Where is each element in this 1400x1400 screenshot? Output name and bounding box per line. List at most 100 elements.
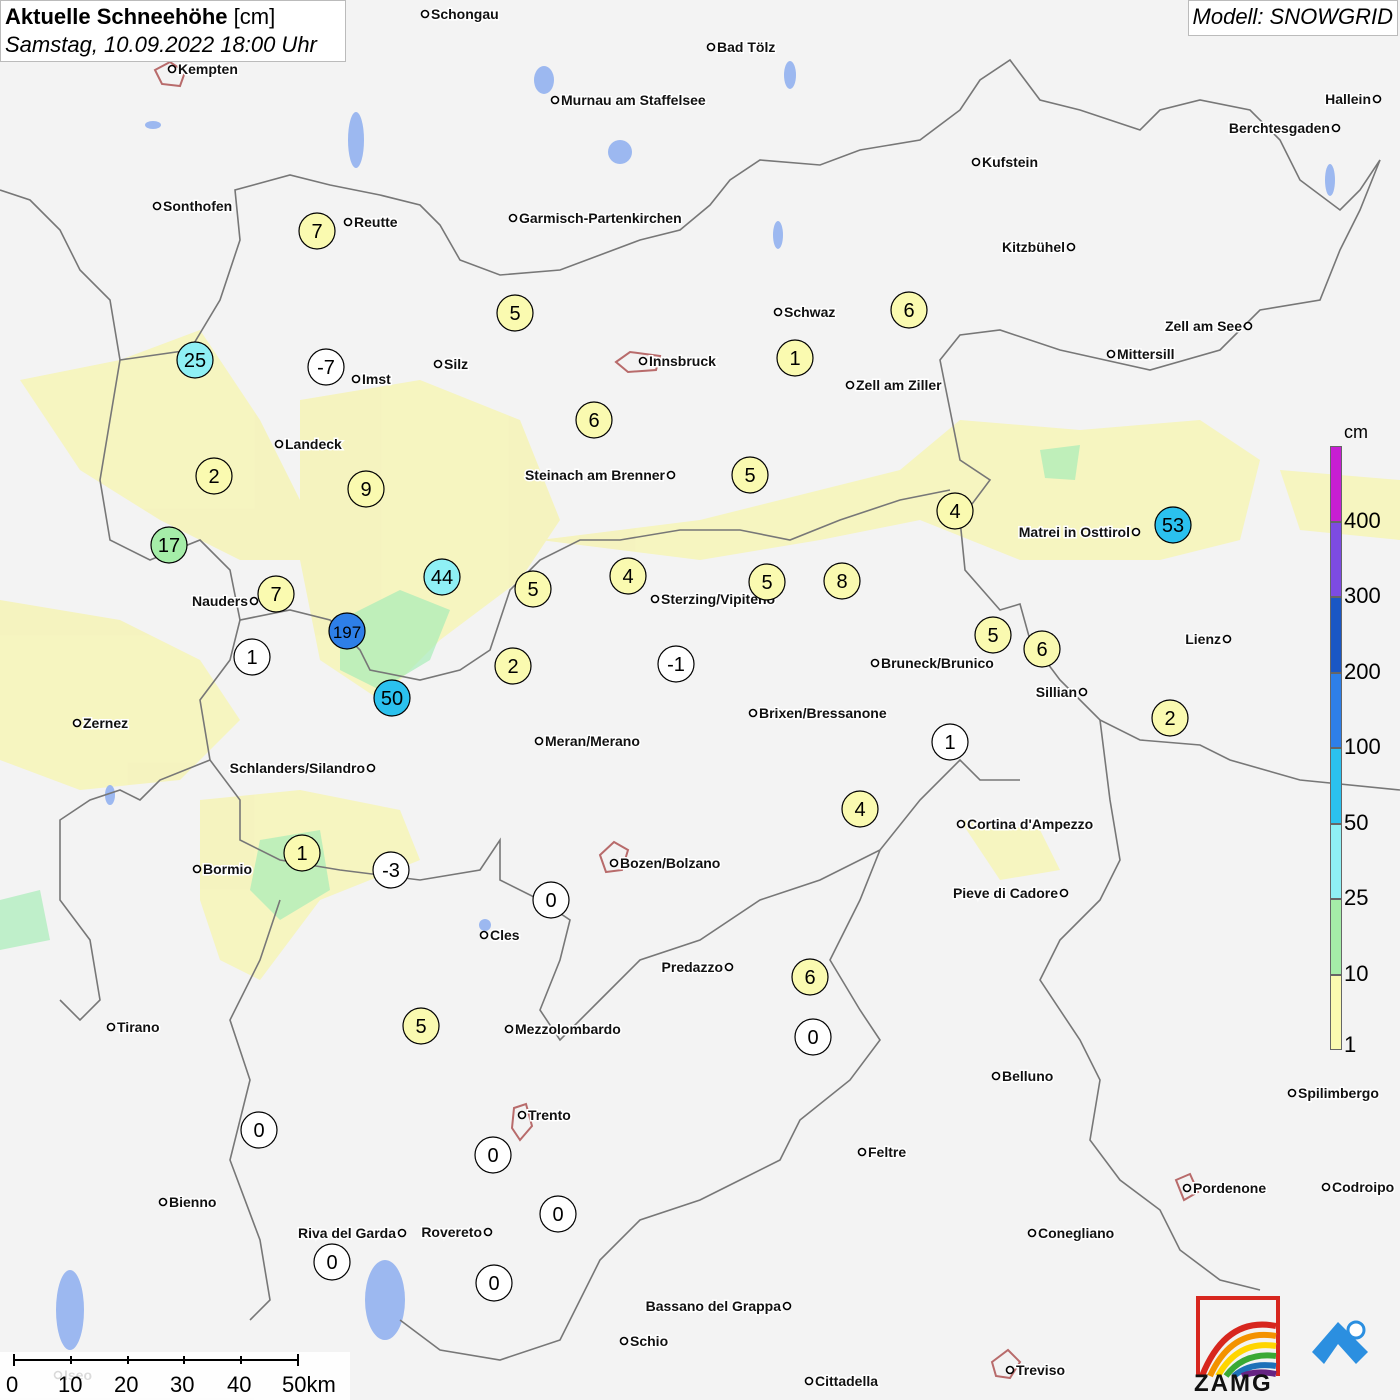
scale-label: 40 [227, 1372, 252, 1397]
station-marker[interactable]: 2 [1151, 699, 1189, 737]
city-marker: Bruneck/Brunico [870, 654, 995, 673]
station-value: 6 [804, 967, 815, 989]
city-dot [433, 359, 443, 369]
station-marker[interactable]: -3 [372, 851, 410, 889]
station-marker[interactable]: 5 [496, 294, 534, 332]
station-marker[interactable]: 2 [494, 647, 532, 685]
station-value: 0 [552, 1204, 563, 1226]
station-marker[interactable]: 44 [423, 558, 461, 596]
station-value: 25 [184, 350, 206, 372]
city-dot [479, 930, 489, 940]
city-dot [666, 470, 676, 480]
city-label: Feltre [868, 1144, 906, 1160]
station-marker[interactable]: 0 [474, 1136, 512, 1174]
station-marker[interactable]: 0 [240, 1111, 278, 1149]
city-label: Zell am Ziller [856, 377, 942, 393]
city-dot [1287, 1088, 1297, 1098]
station-marker[interactable]: -1 [657, 645, 695, 683]
city-label: Lienz [1185, 631, 1221, 647]
city-dot [619, 1336, 629, 1346]
station-marker[interactable]: 5 [748, 563, 786, 601]
city-label: Trento [528, 1107, 571, 1123]
city-dot [1027, 1228, 1037, 1238]
city-marker: Riva del Garda [296, 1224, 407, 1243]
legend-tick-label: 400 [1344, 507, 1381, 533]
station-marker[interactable]: 7 [298, 212, 336, 250]
station-value: 5 [509, 303, 520, 325]
station-value: 53 [1162, 515, 1184, 537]
station-marker[interactable]: 1 [233, 638, 271, 676]
station-marker[interactable]: 4 [609, 557, 647, 595]
station-marker[interactable]: 0 [313, 1243, 351, 1281]
station-marker[interactable]: 8 [823, 562, 861, 600]
station-marker[interactable]: 5 [514, 570, 552, 608]
station-marker[interactable]: 4 [936, 492, 974, 530]
city-marker: Predazzo [660, 958, 734, 977]
city-dot [351, 374, 361, 384]
city-marker: Garmisch-Partenkirchen [508, 209, 683, 228]
station-marker[interactable]: 0 [475, 1264, 513, 1302]
city-marker: Belluno [991, 1067, 1055, 1086]
station-marker[interactable]: 17 [150, 526, 188, 564]
station-value: 0 [545, 890, 556, 912]
station-marker[interactable]: 5 [974, 616, 1012, 654]
legend-tick-label: 100 [1344, 734, 1381, 759]
station-marker[interactable]: 50 [373, 679, 411, 717]
station-value: 9 [360, 479, 371, 501]
cloud-arrow-icon [1312, 1320, 1368, 1364]
station-marker[interactable]: 53 [1154, 506, 1192, 544]
station-marker[interactable]: 7 [257, 575, 295, 613]
city-dot [1222, 634, 1232, 644]
station-marker[interactable]: 0 [794, 1018, 832, 1056]
city-marker: Codroipo [1321, 1178, 1396, 1197]
city-label: Zell am See [1165, 318, 1242, 334]
station-marker[interactable]: 25 [176, 341, 214, 379]
station-value: 197 [333, 623, 361, 642]
station-marker[interactable]: 5 [402, 1007, 440, 1045]
station-marker[interactable]: 1 [776, 339, 814, 377]
station-value: 6 [903, 300, 914, 322]
station-marker[interactable]: 5 [731, 456, 769, 494]
city-dot [420, 9, 430, 19]
city-label: Pieve di Cadore [953, 885, 1058, 901]
station-marker[interactable]: 197 [328, 612, 366, 650]
snow-depth-map: Schongau Bad Tölz Kempten Hallein Murnau am … [0, 0, 1400, 1400]
city-label: Schwaz [784, 304, 835, 320]
city-dot [748, 708, 758, 718]
legend-color-segment [1330, 899, 1342, 975]
station-value: -1 [667, 654, 685, 676]
city-marker: Bad Tölz [706, 38, 777, 57]
city-dot [1372, 94, 1382, 104]
city-marker: Bienno [158, 1193, 218, 1212]
station-marker[interactable]: 6 [575, 401, 613, 439]
station-value: 6 [1036, 639, 1047, 661]
station-marker[interactable]: 1 [931, 723, 969, 761]
station-value: 1 [246, 647, 257, 669]
station-marker[interactable]: 0 [539, 1195, 577, 1233]
station-marker[interactable]: -7 [307, 348, 345, 386]
city-dot [508, 213, 518, 223]
station-marker[interactable]: 6 [791, 958, 829, 996]
station-marker[interactable]: 2 [195, 457, 233, 495]
city-label: Kufstein [982, 154, 1038, 170]
city-dot [706, 42, 716, 52]
city-dot [366, 763, 376, 773]
city-marker: Brixen/Bressanone [748, 704, 888, 723]
legend-color-segment [1330, 974, 1342, 1050]
city-dot [72, 718, 82, 728]
city-label: Spilimbergo [1298, 1085, 1379, 1101]
station-marker[interactable]: 4 [841, 790, 879, 828]
station-marker[interactable]: 6 [1023, 630, 1061, 668]
city-dot [550, 95, 560, 105]
model-label: Modell: SNOWGRID [1187, 0, 1398, 36]
station-marker[interactable]: 0 [532, 881, 570, 919]
city-dot [1005, 1365, 1015, 1375]
station-value: 0 [488, 1273, 499, 1295]
station-marker[interactable]: 6 [890, 291, 928, 329]
city-label: Pordenone [1193, 1180, 1266, 1196]
station-marker[interactable]: 9 [347, 470, 385, 508]
station-marker[interactable]: 1 [283, 834, 321, 872]
station-value: 2 [1164, 708, 1175, 730]
city-dot [192, 864, 202, 874]
city-label: Bruneck/Brunico [881, 655, 994, 671]
